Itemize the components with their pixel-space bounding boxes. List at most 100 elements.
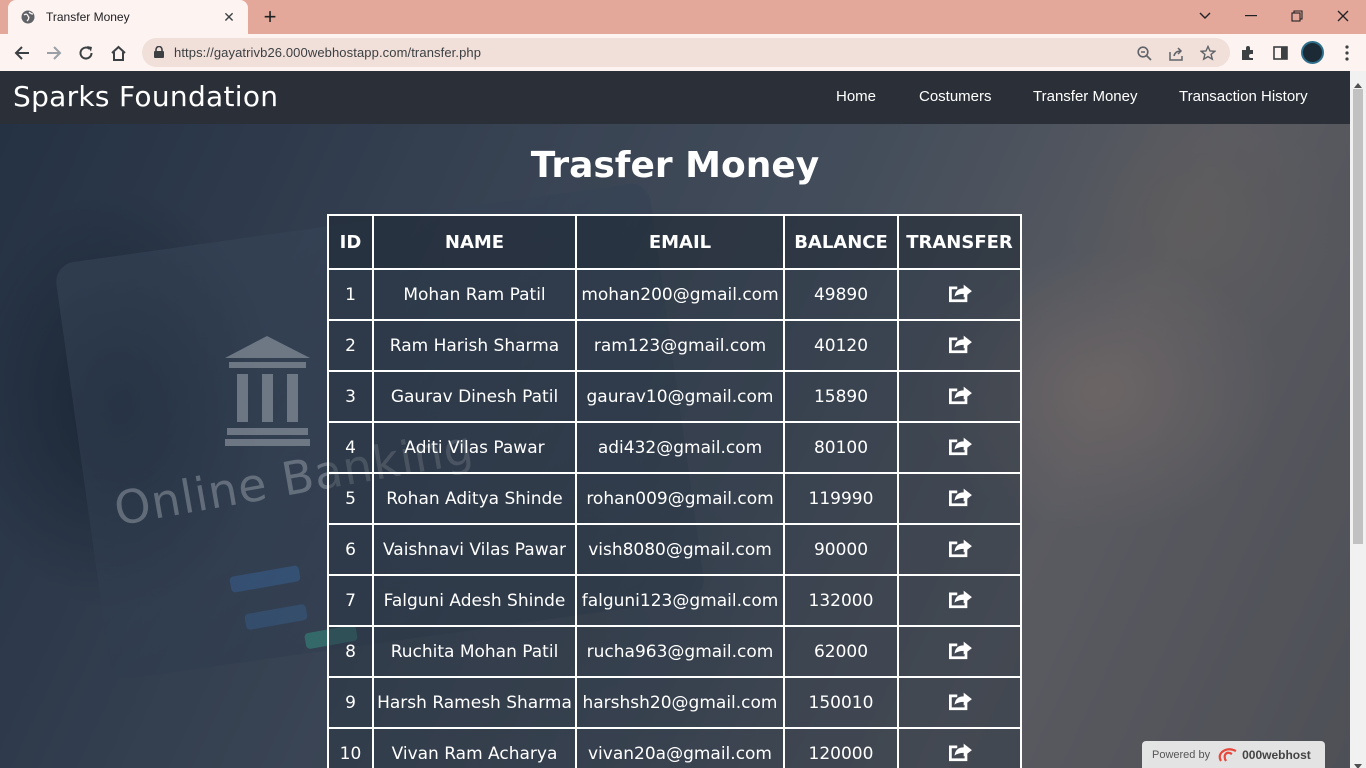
page-viewport: Online Banking Sparks Foundation Home Co… bbox=[0, 71, 1350, 768]
transfer-share-icon[interactable] bbox=[946, 638, 974, 662]
cell-id: 1 bbox=[327, 268, 374, 321]
browser-toolbar: https://gayatrivb26.000webhostapp.com/tr… bbox=[0, 34, 1366, 71]
webhost-logo: 000webhost bbox=[1218, 748, 1311, 762]
column-header-id: ID bbox=[327, 214, 374, 270]
transfer-share-icon[interactable] bbox=[946, 689, 974, 713]
cell-email: rohan009@gmail.com bbox=[575, 472, 785, 525]
cell-id: 7 bbox=[327, 574, 374, 627]
nav-link-transaction-history[interactable]: Transaction History bbox=[1179, 88, 1308, 105]
cell-email: vivan20a@gmail.com bbox=[575, 727, 785, 768]
close-window-button[interactable] bbox=[1328, 4, 1358, 28]
cell-transfer bbox=[897, 421, 1022, 474]
table-row: 7 Falguni Adesh Shinde falguni123@gmail.co… bbox=[327, 574, 1022, 627]
table-row: 8 Ruchita Mohan Patil rucha963@gmail.com 62… bbox=[327, 625, 1022, 678]
cell-balance: 119990 bbox=[783, 472, 899, 525]
cell-email: ram123@gmail.com bbox=[575, 319, 785, 372]
profile-avatar[interactable] bbox=[1301, 41, 1324, 64]
column-header-transfer: TRANSFER bbox=[897, 214, 1022, 270]
cell-email: rucha963@gmail.com bbox=[575, 625, 785, 678]
restore-button[interactable] bbox=[1282, 4, 1312, 28]
close-tab-icon[interactable]: ✕ bbox=[220, 8, 238, 26]
browser-tabstrip: Transfer Money ✕ + bbox=[0, 0, 1366, 34]
cell-id: 6 bbox=[327, 523, 374, 576]
transfer-share-icon[interactable] bbox=[946, 485, 974, 509]
transfer-share-icon[interactable] bbox=[946, 740, 974, 764]
transfer-share-icon[interactable] bbox=[946, 281, 974, 305]
table-row: 1 Mohan Ram Patil mohan200@gmail.com 49890 bbox=[327, 268, 1022, 321]
table-row: 10 Vivan Ram Acharya vivan20a@gmail.com 120… bbox=[327, 727, 1022, 768]
cell-id: 2 bbox=[327, 319, 374, 372]
minimize-button[interactable] bbox=[1236, 4, 1266, 28]
cell-balance: 120000 bbox=[783, 727, 899, 768]
cell-name: Ruchita Mohan Patil bbox=[372, 625, 577, 678]
side-panel-icon[interactable] bbox=[1267, 40, 1293, 66]
bookmark-star-icon[interactable] bbox=[1198, 43, 1218, 63]
cell-balance: 49890 bbox=[783, 268, 899, 321]
table-row: 5 Rohan Aditya Shinde rohan009@gmail.com 11… bbox=[327, 472, 1022, 525]
reload-icon[interactable] bbox=[73, 40, 99, 66]
cell-id: 10 bbox=[327, 727, 374, 768]
extensions-puzzle-icon[interactable] bbox=[1235, 40, 1261, 66]
page-title: Trasfer Money bbox=[530, 145, 820, 186]
address-bar[interactable]: https://gayatrivb26.000webhostapp.com/tr… bbox=[142, 38, 1230, 67]
column-header-email: EMAIL bbox=[575, 214, 785, 270]
transfer-share-icon[interactable] bbox=[946, 587, 974, 611]
scroll-down-arrow-icon[interactable] bbox=[1354, 757, 1362, 768]
cell-balance: 80100 bbox=[783, 421, 899, 474]
nav-link-home[interactable]: Home bbox=[836, 88, 876, 105]
tab-search-icon[interactable] bbox=[1190, 4, 1220, 28]
menu-kebab-icon[interactable] bbox=[1334, 40, 1360, 66]
cell-id: 4 bbox=[327, 421, 374, 474]
new-tab-button[interactable]: + bbox=[258, 4, 282, 29]
cell-email: adi432@gmail.com bbox=[575, 421, 785, 474]
globe-icon bbox=[20, 9, 36, 25]
back-arrow-icon[interactable] bbox=[9, 40, 35, 66]
cell-name: Vaishnavi Vilas Pawar bbox=[372, 523, 577, 576]
forward-arrow-icon[interactable] bbox=[41, 40, 67, 66]
nav-link-customers[interactable]: Costumers bbox=[919, 88, 992, 105]
brand-logo-text[interactable]: Sparks Foundation bbox=[13, 80, 278, 113]
webhost-brand-text: 000webhost bbox=[1242, 747, 1311, 762]
cell-id: 8 bbox=[327, 625, 374, 678]
tab-title: Transfer Money bbox=[46, 10, 130, 24]
cell-transfer bbox=[897, 370, 1022, 423]
cell-transfer bbox=[897, 268, 1022, 321]
table-row: 6 Vaishnavi Vilas Pawar vish8080@gmail.com… bbox=[327, 523, 1022, 576]
transfer-share-icon[interactable] bbox=[946, 434, 974, 458]
powered-by-badge[interactable]: Powered by 000webhost bbox=[1142, 741, 1325, 768]
scrollbar-thumb[interactable] bbox=[1353, 89, 1363, 544]
table-row: 4 Aditi Vilas Pawar adi432@gmail.com 80100 bbox=[327, 421, 1022, 474]
cell-id: 5 bbox=[327, 472, 374, 525]
url-text: https://gayatrivb26.000webhostapp.com/tr… bbox=[174, 45, 482, 60]
cell-transfer bbox=[897, 727, 1022, 768]
scroll-up-arrow-icon[interactable] bbox=[1354, 75, 1362, 88]
cell-id: 3 bbox=[327, 370, 374, 423]
transfer-share-icon[interactable] bbox=[946, 536, 974, 560]
cell-balance: 150010 bbox=[783, 676, 899, 729]
lock-icon[interactable] bbox=[152, 45, 166, 59]
share-icon[interactable] bbox=[1166, 43, 1186, 63]
cell-email: falguni123@gmail.com bbox=[575, 574, 785, 627]
cell-transfer bbox=[897, 676, 1022, 729]
browser-tab[interactable]: Transfer Money ✕ bbox=[8, 0, 248, 34]
cell-name: Harsh Ramesh Sharma bbox=[372, 676, 577, 729]
home-icon[interactable] bbox=[105, 40, 131, 66]
cell-balance: 40120 bbox=[783, 319, 899, 372]
column-header-balance: BALANCE bbox=[783, 214, 899, 270]
cell-name: Falguni Adesh Shinde bbox=[372, 574, 577, 627]
zoom-icon[interactable] bbox=[1134, 43, 1154, 63]
table-body: 1 Mohan Ram Patil mohan200@gmail.com 49890 2… bbox=[327, 268, 1022, 768]
transfer-share-icon[interactable] bbox=[946, 332, 974, 356]
powered-by-label: Powered by bbox=[1152, 748, 1211, 761]
cell-email: gaurav10@gmail.com bbox=[575, 370, 785, 423]
cell-name: Ram Harish Sharma bbox=[372, 319, 577, 372]
page-scrollbar[interactable] bbox=[1350, 71, 1366, 768]
cell-balance: 62000 bbox=[783, 625, 899, 678]
column-header-name: NAME bbox=[372, 214, 577, 270]
table-header-row: ID NAME EMAIL BALANCE TRANSFER bbox=[327, 214, 1022, 270]
cell-id: 9 bbox=[327, 676, 374, 729]
transfer-share-icon[interactable] bbox=[946, 383, 974, 407]
cell-name: Rohan Aditya Shinde bbox=[372, 472, 577, 525]
customers-table: ID NAME EMAIL BALANCE TRANSFER 1 Mohan Ra… bbox=[327, 214, 1022, 768]
nav-link-transfer-money[interactable]: Transfer Money bbox=[1033, 88, 1137, 105]
